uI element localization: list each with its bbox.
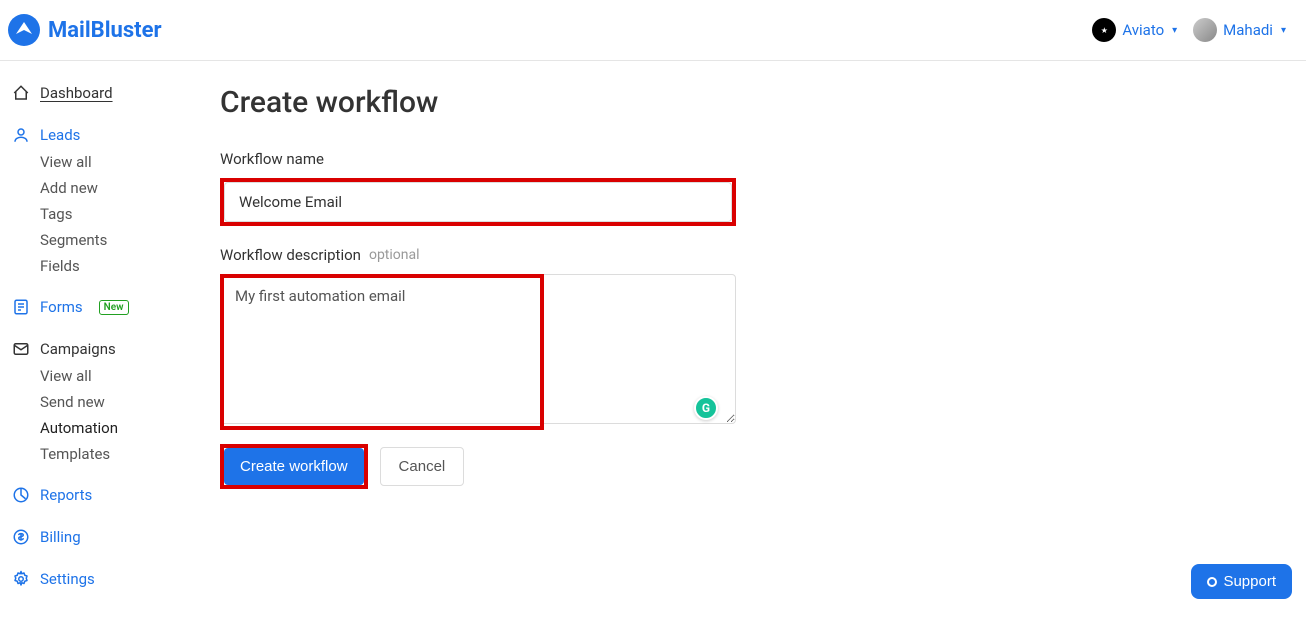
- create-workflow-button[interactable]: Create workflow: [224, 448, 364, 485]
- user-avatar: [1193, 18, 1217, 42]
- sidebar-sub-fields[interactable]: Fields: [8, 253, 192, 279]
- org-switcher[interactable]: ★ Aviato ▾: [1092, 18, 1177, 42]
- sidebar-sub-segments[interactable]: Segments: [8, 227, 192, 253]
- chart-icon: [12, 486, 30, 504]
- sidebar-item-label: Billing: [40, 528, 81, 546]
- main-content: Create workflow Workflow name Workflow d…: [200, 61, 1306, 625]
- sidebar-item-label: Reports: [40, 486, 92, 504]
- sidebar-item-label: Dashboard: [40, 84, 113, 102]
- highlight-box: [220, 178, 736, 226]
- workflow-desc-label: Workflow description optional: [220, 246, 1286, 264]
- desc-label-text: Workflow description: [220, 246, 361, 264]
- workflow-name-input[interactable]: [224, 182, 732, 222]
- circle-icon: [1207, 577, 1217, 587]
- new-badge: New: [99, 300, 129, 315]
- header-right: ★ Aviato ▾ Mahadi ▾: [1092, 18, 1286, 42]
- dollar-icon: [12, 528, 30, 546]
- chevron-down-icon: ▾: [1281, 25, 1286, 36]
- org-name: Aviato: [1122, 21, 1164, 39]
- support-label: Support: [1223, 573, 1276, 590]
- brand-name: MailBluster: [48, 18, 162, 43]
- sidebar-sub-view-all[interactable]: View all: [8, 149, 192, 175]
- sidebar-item-reports[interactable]: Reports: [8, 481, 192, 509]
- cancel-button[interactable]: Cancel: [380, 447, 465, 486]
- sidebar-sub-send-new[interactable]: Send new: [8, 389, 192, 415]
- sidebar-item-label: Settings: [40, 570, 95, 588]
- header: MailBluster ★ Aviato ▾ Mahadi ▾: [0, 0, 1306, 61]
- sidebar: Dashboard Leads View all Add new Tags Se…: [0, 61, 200, 625]
- highlight-box: Create workflow: [220, 444, 368, 489]
- highlight-box: [220, 274, 544, 430]
- optional-hint: optional: [369, 247, 420, 263]
- gear-icon: [12, 570, 30, 588]
- logo[interactable]: MailBluster: [8, 14, 162, 46]
- sidebar-item-campaigns[interactable]: Campaigns: [8, 335, 192, 363]
- chevron-down-icon: ▾: [1172, 25, 1177, 36]
- sidebar-sub-view-all[interactable]: View all: [8, 363, 192, 389]
- sidebar-item-label: Forms: [40, 298, 83, 316]
- logo-icon: [8, 14, 40, 46]
- desc-row: G: [220, 274, 736, 430]
- support-button[interactable]: Support: [1191, 564, 1292, 599]
- sidebar-item-forms[interactable]: Forms New: [8, 293, 192, 321]
- page-title: Create workflow: [220, 85, 1286, 120]
- form-icon: [12, 298, 30, 316]
- sidebar-item-settings[interactable]: Settings: [8, 565, 192, 593]
- sidebar-sub-templates[interactable]: Templates: [8, 441, 192, 467]
- sidebar-item-label: Leads: [40, 126, 80, 144]
- user-icon: [12, 126, 30, 144]
- sidebar-item-leads[interactable]: Leads: [8, 121, 192, 149]
- workflow-name-label: Workflow name: [220, 150, 1286, 168]
- org-avatar: ★: [1092, 18, 1116, 42]
- sidebar-item-billing[interactable]: Billing: [8, 523, 192, 551]
- sidebar-sub-automation[interactable]: Automation: [8, 415, 192, 441]
- user-menu[interactable]: Mahadi ▾: [1193, 18, 1286, 42]
- sidebar-sub-tags[interactable]: Tags: [8, 201, 192, 227]
- sidebar-item-label: Campaigns: [40, 340, 116, 358]
- envelope-icon: [12, 340, 30, 358]
- user-name: Mahadi: [1223, 21, 1273, 39]
- sidebar-item-dashboard[interactable]: Dashboard: [8, 79, 192, 107]
- sidebar-sub-add-new[interactable]: Add new: [8, 175, 192, 201]
- button-row: Create workflow Cancel: [220, 444, 1286, 489]
- grammarly-icon[interactable]: G: [694, 396, 718, 420]
- home-icon: [12, 84, 30, 102]
